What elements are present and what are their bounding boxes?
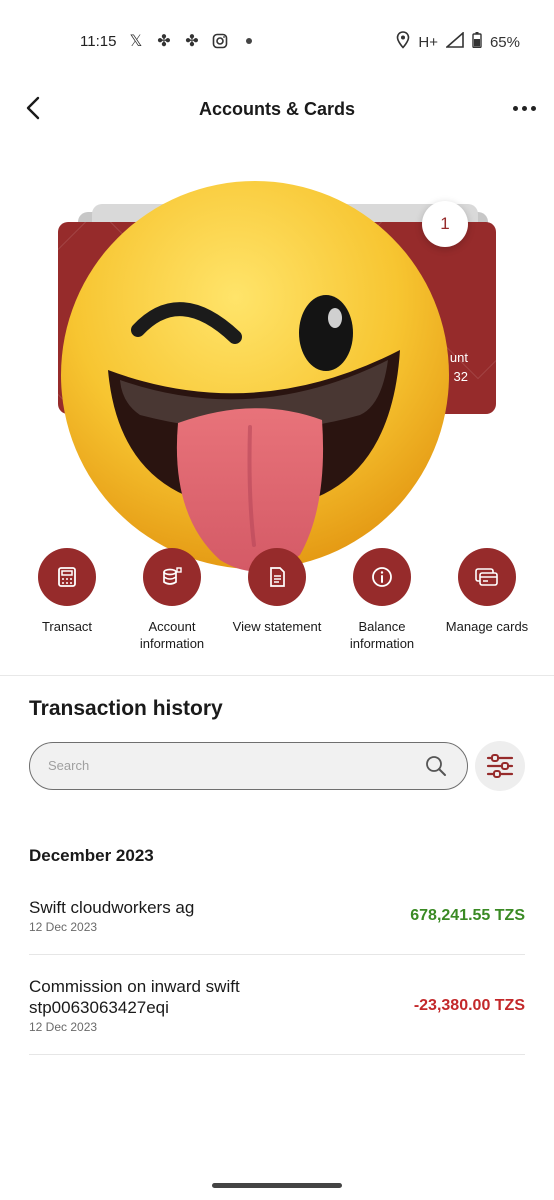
more-notifications-dot xyxy=(246,38,252,44)
action-label: Account information xyxy=(139,619,205,651)
app-header: Accounts & Cards xyxy=(0,84,554,132)
action-label: Manage cards xyxy=(445,619,529,634)
transaction-row[interactable]: Commission on inward swift stp0063063427… xyxy=(29,976,525,1034)
instagram-icon xyxy=(210,31,230,51)
transaction-amount: -23,380.00 TZS xyxy=(413,997,525,1014)
more-options-button[interactable] xyxy=(512,98,536,118)
card-account-label: unt xyxy=(449,350,468,365)
home-indicator[interactable] xyxy=(212,1183,342,1188)
action-label: Transact xyxy=(41,619,93,634)
page-title: Accounts & Cards xyxy=(198,99,356,119)
filter-sliders-icon xyxy=(486,754,514,778)
transaction-date: 12 Dec 2023 xyxy=(29,1020,98,1034)
action-label: View statement xyxy=(232,619,322,634)
cards-icon xyxy=(475,568,498,586)
winking-tongue-emoji-icon xyxy=(61,181,449,572)
location-icon xyxy=(396,31,410,53)
pinwheel-icon: ✤ xyxy=(185,33,199,50)
network-type: H+ xyxy=(418,33,438,51)
transaction-title: Commission on inward swift stp0063063427… xyxy=(29,977,240,1017)
search-icon[interactable] xyxy=(425,755,447,777)
action-transact[interactable]: Transact xyxy=(17,548,117,635)
action-account-information[interactable]: Account information xyxy=(122,548,222,652)
month-header: December 2023 xyxy=(29,846,154,865)
coins-icon xyxy=(163,567,182,585)
status-bar: 11:15 𝕏 ✤ ✤ H+ 65% xyxy=(0,0,554,84)
x-app-icon: 𝕏 xyxy=(129,33,143,50)
search-bar[interactable] xyxy=(29,742,468,790)
system-icons: H+ 65% xyxy=(396,31,520,53)
document-icon xyxy=(270,567,285,587)
quick-actions: Transact Account information View statem… xyxy=(0,548,554,658)
filter-button[interactable] xyxy=(475,741,525,791)
transaction-row[interactable]: Swift cloudworkers ag 12 Dec 2023 678,24… xyxy=(29,897,525,934)
card-account-number: 32 xyxy=(453,369,468,384)
search-input[interactable] xyxy=(48,743,408,788)
status-time: 11:15 xyxy=(80,33,117,50)
pinwheel-icon: ✤ xyxy=(157,33,171,50)
notification-icons: 𝕏 ✤ ✤ xyxy=(126,31,252,51)
action-manage-cards[interactable]: Manage cards xyxy=(437,548,537,635)
transaction-history-title: Transaction history xyxy=(29,697,223,720)
info-icon xyxy=(372,567,392,587)
row-divider xyxy=(29,954,525,955)
section-divider xyxy=(0,675,554,676)
transaction-amount: 678,241.55 TZS xyxy=(410,907,525,924)
battery-percent: 65% xyxy=(489,33,520,51)
action-balance-information[interactable]: Balance information xyxy=(332,548,432,652)
calculator-icon xyxy=(58,567,76,587)
signal-icon xyxy=(444,31,464,52)
row-divider xyxy=(29,1054,525,1055)
action-view-statement[interactable]: View statement xyxy=(227,548,327,635)
battery-icon xyxy=(472,32,482,52)
action-label: Balance information xyxy=(349,619,415,651)
more-dots-icon xyxy=(512,105,518,111)
